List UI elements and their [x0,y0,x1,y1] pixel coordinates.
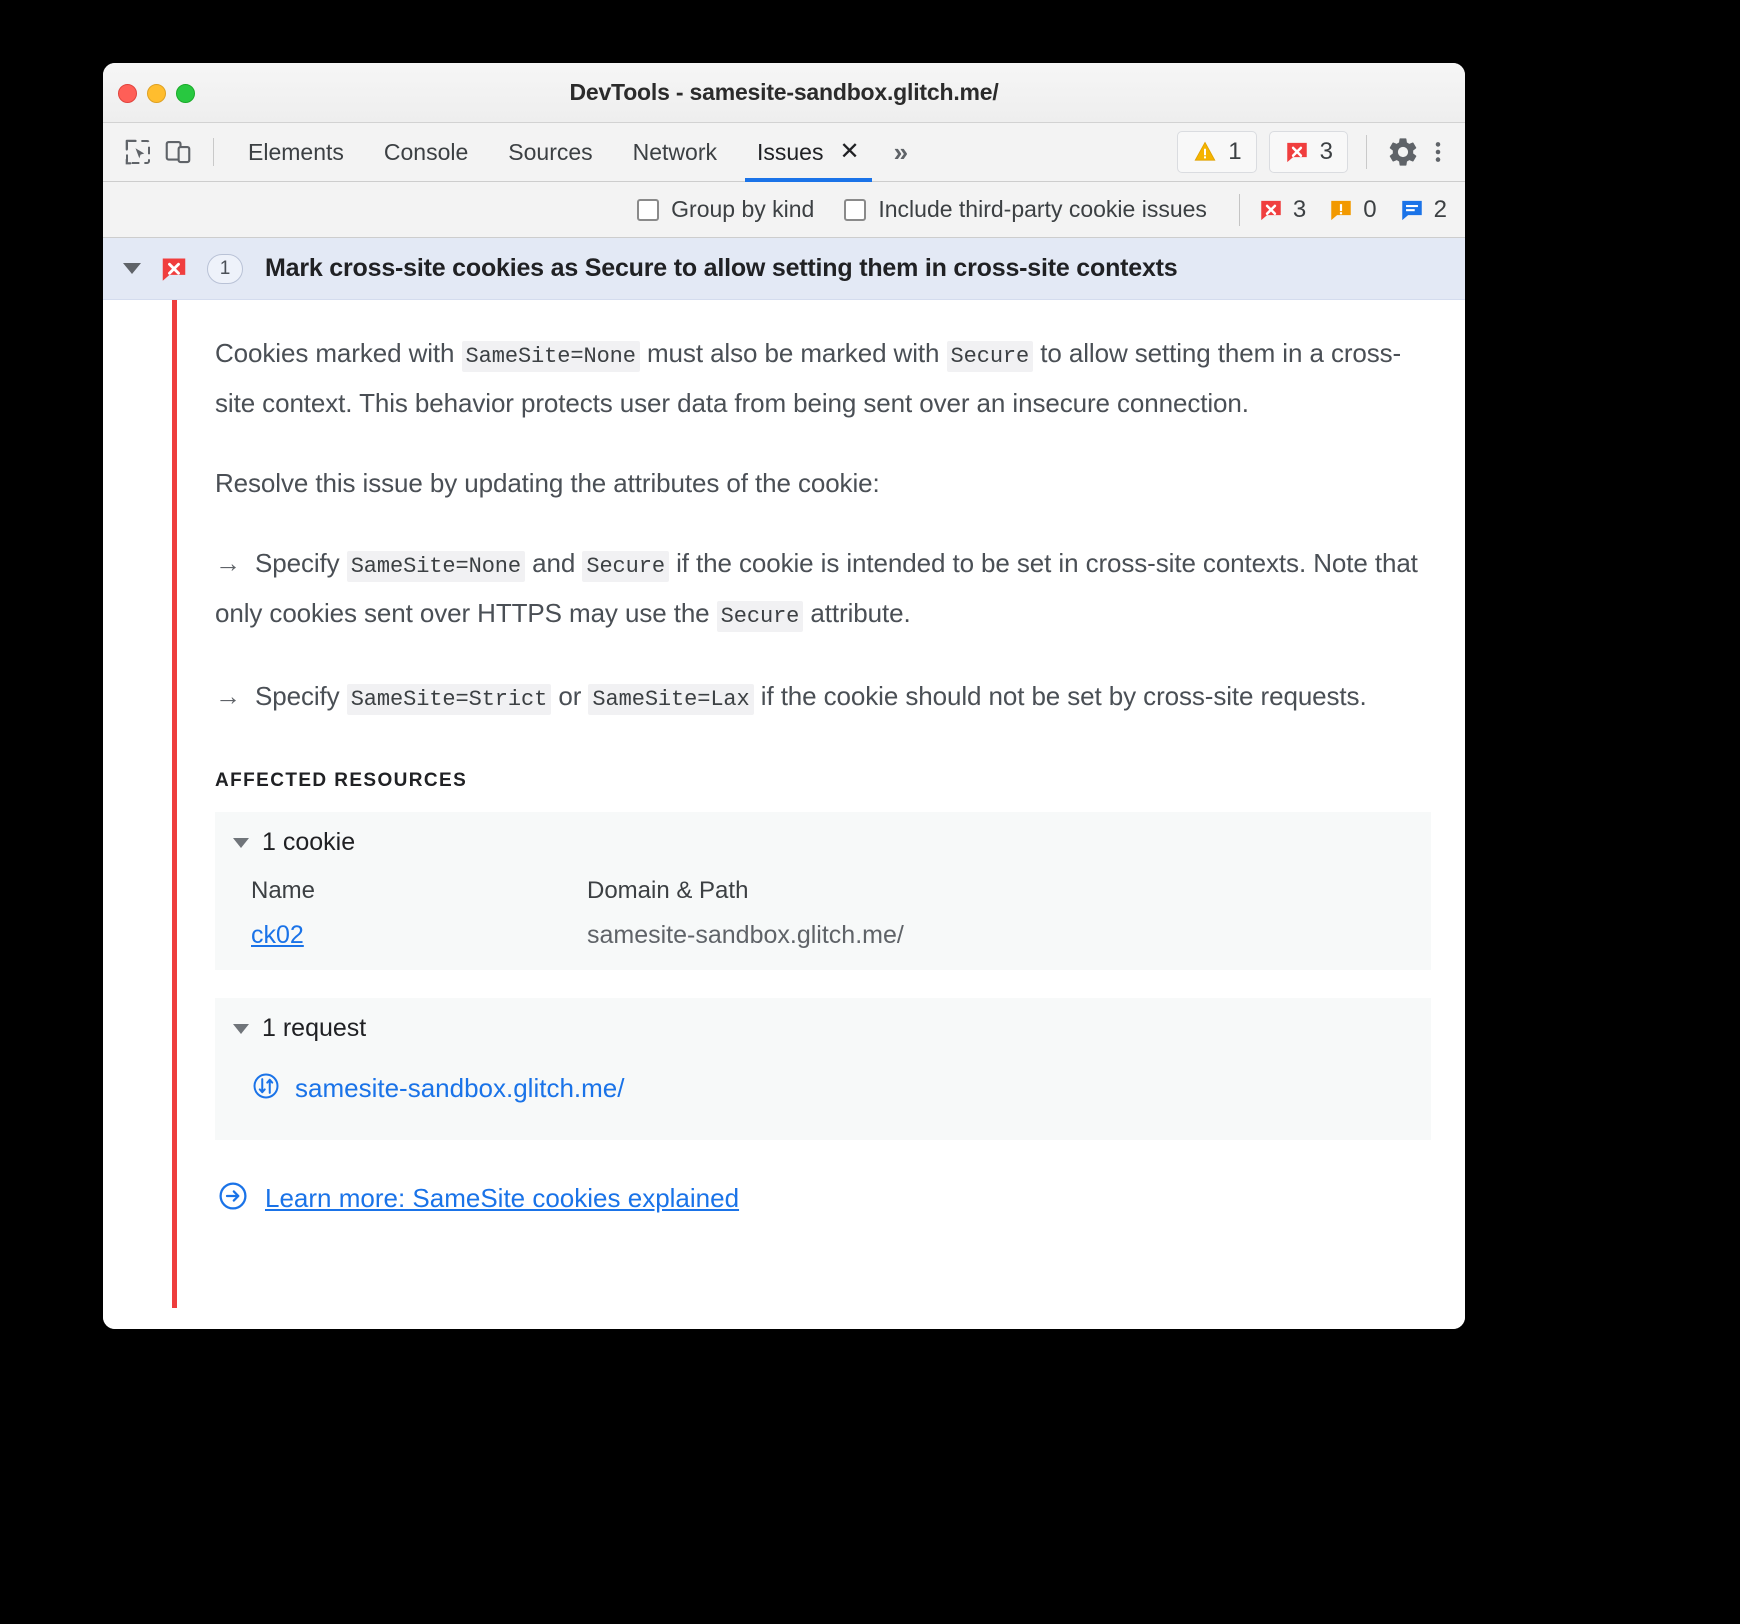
inline-code: SameSite=None [346,551,526,582]
inline-code: Secure [582,551,669,582]
request-url-link[interactable]: samesite-sandbox.glitch.me/ [295,1073,624,1104]
kebab-menu-icon[interactable] [1423,132,1453,172]
group-by-kind-label: Group by kind [671,196,815,222]
tab-network[interactable]: Network [613,123,737,182]
include-third-party-label: Include third-party cookie issues [878,196,1207,222]
toolbar-right-divider [1366,135,1367,169]
error-badge-icon [159,254,189,284]
panel-tabs: Elements Console Sources Network Issues … [228,123,880,182]
more-tabs-icon[interactable]: » [880,137,922,168]
affected-cookies-table: Name Domain & Path ck02 samesite-sandbox… [251,877,904,950]
count-info[interactable]: 2 [1399,196,1447,224]
issue-body: Cookies marked with SameSite=None must a… [103,300,1465,1329]
learn-more-row[interactable]: Learn more: SameSite cookies explained [215,1180,1431,1217]
issue-paragraph: → Specify SameSite=Strict or SameSite=Lax… [215,673,1431,723]
filter-bar-divider [1238,193,1240,226]
cookie-name-cell: ck02 [251,921,587,950]
warning-counter-value: 1 [1228,138,1242,165]
window-title: DevTools - samesite-sandbox.glitch.me/ [569,79,999,105]
window-title-bar: DevTools - samesite-sandbox.glitch.me/ [103,63,1465,123]
devtools-toolbar: Elements Console Sources Network Issues … [103,123,1465,182]
affected-cookies-panel: 1 cookie Name Domain & Path ck02 samesit… [215,812,1431,970]
error-badge-icon [1284,139,1310,165]
issue-header-row[interactable]: 1 Mark cross-site cookies as Secure to a… [103,238,1465,300]
inline-code: SameSite=Lax [588,684,754,715]
issue-count-badge: 1 [207,253,243,284]
gear-icon[interactable] [1383,132,1423,172]
learn-more-link[interactable]: Learn more: SameSite cookies explained [265,1183,739,1214]
issue-title: Mark cross-site cookies as Secure to all… [265,254,1178,282]
maximize-window-button[interactable] [176,84,195,103]
count-warnings[interactable]: 0 [1328,195,1377,224]
table-header-row: Name Domain & Path [251,877,904,921]
error-badge-icon [1258,197,1284,223]
toolbar-right-group: 1 3 [1165,131,1453,173]
include-third-party-box[interactable] [844,198,867,221]
error-counter-value: 3 [1319,138,1333,165]
tab-elements-label: Elements [248,138,344,165]
include-third-party-checkbox[interactable]: Include third-party cookie issues [844,196,1207,223]
count-warnings-value: 0 [1363,195,1377,223]
group-by-kind-box[interactable] [637,198,660,221]
screenshot-root: DevTools - samesite-sandbox.glitch.me/ E… [0,0,1740,1624]
error-counter-button[interactable]: 3 [1268,131,1348,173]
requests-section-label: 1 request [262,1014,367,1042]
chevron-down-icon[interactable] [233,1023,249,1034]
devtools-window: DevTools - samesite-sandbox.glitch.me/ E… [103,63,1465,1329]
column-header-name: Name [251,877,316,904]
inline-code: Secure [716,601,804,632]
network-request-icon [251,1071,281,1106]
device-toolbar-icon[interactable] [161,135,195,169]
chevron-down-icon[interactable] [233,837,249,848]
arrow-bullet-icon: → [215,548,241,578]
close-window-button[interactable] [118,84,137,103]
error-severity-rail [172,300,177,1308]
tab-console[interactable]: Console [364,123,488,182]
count-errors-value: 3 [1292,195,1307,223]
count-info-value: 2 [1433,195,1447,223]
toolbar-divider [213,138,214,166]
window-traffic-lights [118,84,195,103]
tab-sources-label: Sources [508,138,593,165]
tab-issues-label: Issues [757,138,824,165]
issue-paragraph: Resolve this issue by updating the attri… [215,468,880,498]
list-item[interactable]: samesite-sandbox.glitch.me/ [251,1071,1431,1106]
affected-resources-heading: AFFECTED RESOURCES [215,770,468,791]
inline-code: SameSite=Strict [346,684,552,715]
tab-console-label: Console [383,138,469,165]
close-icon[interactable]: ✕ [839,140,859,164]
table-row: ck02 samesite-sandbox.glitch.me/ [251,921,904,950]
cookie-domain-path-cell: samesite-sandbox.glitch.me/ [587,921,904,949]
warning-counter-button[interactable]: 1 [1177,131,1257,173]
requests-section-toggle[interactable]: 1 request [215,1014,1431,1043]
minimize-window-button[interactable] [147,84,166,103]
tab-issues[interactable]: Issues ✕ [737,123,880,182]
tab-network-label: Network [632,138,717,165]
issue-paragraph: → Specify SameSite=None and Secure if the… [215,540,1431,640]
inline-code: Secure [946,341,1034,372]
tab-elements[interactable]: Elements [228,123,364,182]
cookies-section-toggle[interactable]: 1 cookie [215,828,1431,857]
info-bubble-icon [1399,197,1425,223]
inspect-element-icon[interactable] [121,135,155,169]
tab-sources[interactable]: Sources [488,123,612,182]
warning-triangle-icon [1192,139,1218,165]
arrow-bullet-icon: → [215,681,241,711]
warning-badge-icon [1328,197,1354,223]
group-by-kind-checkbox[interactable]: Group by kind [637,196,814,223]
chevron-down-icon[interactable] [123,263,141,274]
inline-code: SameSite=None [461,341,640,372]
cookies-section-label: 1 cookie [262,828,356,856]
column-header-domain-path: Domain & Path [587,877,749,904]
circle-arrow-right-icon [217,1180,249,1217]
issue-paragraph: Cookies marked with SameSite=None must a… [215,338,1402,418]
issue-counts: 3 0 2 [1258,196,1449,224]
count-errors[interactable]: 3 [1258,196,1306,224]
affected-requests-panel: 1 request samesite-sandbox.glitch.me/ [215,998,1431,1140]
issues-filter-bar: Group by kind Include third-party cookie… [103,182,1465,238]
cookie-name-link[interactable]: ck02 [251,921,304,949]
